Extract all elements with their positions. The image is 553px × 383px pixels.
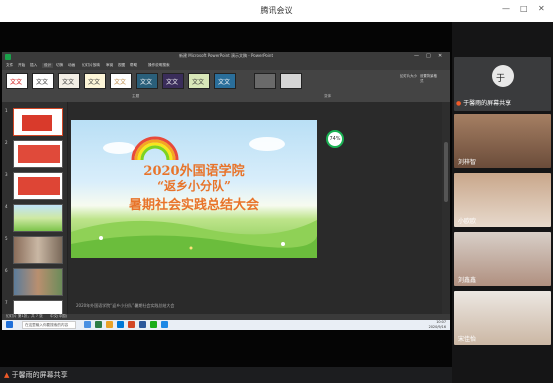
ppt-maximize-icon[interactable]: □ xyxy=(426,53,431,59)
slide-thumbnail[interactable]: 2 xyxy=(4,140,66,168)
tab-transitions[interactable]: 切换 xyxy=(56,63,63,68)
maximize-icon[interactable]: □ xyxy=(520,4,528,13)
screen-share-label: ▲ 于馨雨的屏幕共享 xyxy=(4,371,68,379)
slide-title-line3: 暑期社会实践总结大会 xyxy=(128,198,259,213)
current-slide[interactable]: 2020外国语学院 “返乡小分队” 暑期社会实践总结大会 xyxy=(71,120,317,258)
taskbar-search[interactable]: 在这里输入你要搜索的内容 xyxy=(22,321,76,329)
theme-swatch[interactable]: 文文 xyxy=(84,73,106,89)
tab-review[interactable]: 审阅 xyxy=(106,63,113,68)
participant-tile[interactable]: 小欧欧 xyxy=(454,173,551,227)
app-title: 腾讯会议 xyxy=(260,6,293,15)
theme-swatch[interactable]: 文文 xyxy=(214,73,236,89)
theme-swatch[interactable]: 文文 xyxy=(6,73,28,89)
ppt-titlebar: 新建 Microsoft PowerPoint 演示文稿 - PowerPoin… xyxy=(2,52,450,62)
tell-me-search[interactable]: 操作说明搜索 xyxy=(148,63,170,68)
ribbon-tabs: 文件 开始 插入 设计 切换 动画 幻灯片放映 审阅 视图 帮助 操作说明搜索 xyxy=(2,62,450,70)
edge-icon[interactable] xyxy=(117,321,124,328)
share-status-icon: ▲ xyxy=(4,371,10,379)
folder-icon[interactable] xyxy=(106,321,113,328)
theme-swatch[interactable]: 文文 xyxy=(58,73,80,89)
tab-design[interactable]: 设计 xyxy=(42,63,54,68)
theme-swatch[interactable]: 文文 xyxy=(188,73,210,89)
tab-slideshow[interactable]: 幻灯片放映 xyxy=(82,63,100,68)
tab-animations[interactable]: 动画 xyxy=(68,63,75,68)
participant-tile[interactable]: 刘鑫鑫 xyxy=(454,232,551,286)
participant-tile[interactable]: 宋佳怡 xyxy=(454,291,551,345)
participant-name: 宋佳怡 xyxy=(458,336,477,343)
task-view-icon[interactable] xyxy=(84,321,91,328)
language-status: 中文(中国) xyxy=(50,314,68,318)
slide-thumbnail[interactable]: 6 xyxy=(4,268,66,296)
theme-swatch[interactable]: 文文 xyxy=(110,73,132,89)
group-themes-label: 主题 xyxy=(132,94,140,98)
tab-insert[interactable]: 插入 xyxy=(30,63,37,68)
theme-swatch[interactable]: 文文 xyxy=(136,73,158,89)
tab-view[interactable]: 视图 xyxy=(118,63,125,68)
variant-swatch[interactable] xyxy=(280,73,302,89)
vertical-scrollbar[interactable] xyxy=(442,102,450,314)
slide-title-line2: “返乡小分队” xyxy=(157,179,231,193)
scrollbar-thumb[interactable] xyxy=(444,142,448,202)
tab-help[interactable]: 帮助 xyxy=(130,63,137,68)
windows-taskbar: 在这里输入你要搜索的内容 10:07 2020/9/16 xyxy=(2,320,450,330)
tab-home[interactable]: 开始 xyxy=(18,63,25,68)
avatar: 于 xyxy=(492,65,514,87)
close-icon[interactable]: ✕ xyxy=(538,4,545,13)
windows-start-icon[interactable] xyxy=(6,321,13,328)
slide-thumbnail-pane: 1 2 3 4 5 6 7 xyxy=(2,102,68,328)
minimize-icon[interactable]: — xyxy=(502,4,510,13)
group-variants-label: 变体 xyxy=(324,94,332,98)
ppt-title: 新建 Microsoft PowerPoint 演示文稿 - PowerPoin… xyxy=(178,53,274,58)
taskbar-clock: 10:07 2020/9/16 xyxy=(428,320,446,329)
wechat-icon[interactable] xyxy=(150,321,157,328)
ppt-close-icon[interactable]: ✕ xyxy=(438,53,442,59)
slide-thumbnail[interactable]: 4 xyxy=(4,204,66,232)
ppt-minimize-icon[interactable]: — xyxy=(414,53,419,59)
window-titlebar: 腾讯会议 — □ ✕ xyxy=(0,0,553,22)
meeting-app-icon[interactable] xyxy=(161,321,168,328)
participant-name: 小欧欧 xyxy=(458,218,477,225)
slide-count-status: 幻灯片 第1张，共 7 张 xyxy=(6,314,43,318)
variant-swatch[interactable] xyxy=(254,73,276,89)
theme-swatch[interactable]: 文文 xyxy=(162,73,184,89)
theme-swatch[interactable]: 文文 xyxy=(32,73,54,89)
powerpoint-icon[interactable] xyxy=(128,321,135,328)
participant-name: 刘梓智 xyxy=(458,159,477,166)
word-icon[interactable] xyxy=(139,321,146,328)
participant-tile[interactable]: 刘梓智 xyxy=(454,114,551,168)
slide-notes[interactable]: 2020年外国语学院“返乡小分队”暑期社会实践总结大会 xyxy=(68,302,442,314)
format-background-button[interactable]: 设置背景格式 xyxy=(420,74,438,84)
app-icon[interactable] xyxy=(95,321,102,328)
tab-file[interactable]: 文件 xyxy=(6,63,13,68)
slide-thumbnail[interactable]: 3 xyxy=(4,172,66,200)
powerpoint-window: 新建 Microsoft PowerPoint 演示文稿 - PowerPoin… xyxy=(2,52,450,330)
participant-name: 刘鑫鑫 xyxy=(458,277,477,284)
mic-icon: ● xyxy=(456,100,462,107)
slide-thumbnail[interactable]: 1 xyxy=(4,108,66,136)
slide-size-button[interactable]: 幻灯片大小 xyxy=(400,74,418,79)
ribbon-design: 文文 文文 文文 文文 文文 文文 文文 文文 文文 主题 变体 幻灯片大小 设… xyxy=(2,70,450,102)
slide-thumbnail[interactable]: 5 xyxy=(4,236,66,264)
zoom-badge[interactable]: 74% xyxy=(326,130,344,148)
participant-name: ● 于馨雨的屏幕共享 xyxy=(456,100,512,107)
